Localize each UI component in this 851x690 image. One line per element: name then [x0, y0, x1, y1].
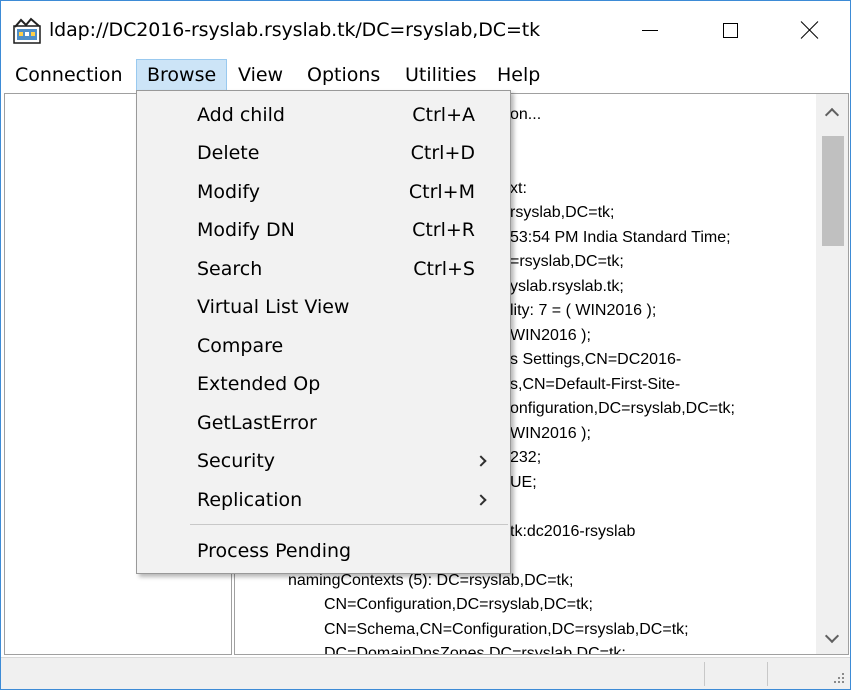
- menu-item-shortcut: Ctrl+S: [413, 258, 475, 280]
- output-line: UE;: [510, 474, 537, 491]
- menu-separator: [190, 524, 508, 525]
- maximize-button[interactable]: [690, 1, 770, 59]
- output-line: CN=Schema,CN=Configuration,DC=rsyslab,DC…: [324, 621, 689, 638]
- menu-item-label: Process Pending: [197, 540, 352, 562]
- scroll-down-button[interactable]: [816, 622, 848, 654]
- menu-options[interactable]: Options: [297, 59, 390, 91]
- menu-item-shortcut: Ctrl+A: [412, 104, 475, 126]
- resize-grip-icon[interactable]: [832, 671, 846, 685]
- menu-item-label: Modify DN: [197, 219, 295, 241]
- menu-item-label: Search: [197, 258, 263, 280]
- chevron-up-icon: [824, 107, 840, 122]
- menu-item-shortcut: Ctrl+D: [410, 142, 475, 164]
- menu-item-replication[interactable]: Replication: [138, 481, 509, 519]
- minimize-icon: [642, 29, 658, 31]
- menu-item-compare[interactable]: Compare: [138, 327, 509, 365]
- menu-item-label: Security: [197, 450, 276, 472]
- browse-dropdown-menu: Add child Ctrl+A Delete Ctrl+D Modify Ct…: [136, 90, 511, 574]
- menu-item-label: Add child: [197, 104, 285, 126]
- ldp-app-icon: [13, 17, 41, 44]
- menu-item-label: GetLastError: [197, 412, 317, 434]
- scroll-thumb[interactable]: [822, 136, 844, 246]
- output-line: s Settings,CN=DC2016-: [510, 351, 682, 368]
- vertical-scrollbar[interactable]: [816, 94, 848, 654]
- maximize-icon: [722, 22, 738, 38]
- menu-item-getlasterror[interactable]: GetLastError: [138, 404, 509, 442]
- menu-bar: Connection Browse View Options Utilities…: [1, 59, 850, 91]
- output-line: CN=Configuration,DC=rsyslab,DC=tk;: [324, 596, 593, 613]
- output-line: tk:dc2016-rsyslab: [510, 523, 636, 540]
- menu-item-label: Extended Op: [197, 373, 321, 395]
- menu-item-modify-dn[interactable]: Modify DN Ctrl+R: [138, 211, 509, 249]
- menu-item-process-pending[interactable]: Process Pending: [138, 532, 509, 570]
- output-line: lity: 7 = ( WIN2016 );: [510, 302, 657, 319]
- output-line: rsyslab,DC=tk;: [510, 204, 615, 221]
- output-line: xt:: [510, 180, 527, 197]
- menu-item-virtual-list-view[interactable]: Virtual List View: [138, 288, 509, 326]
- output-line: namingContexts (5): DC=rsyslab,DC=tk;: [288, 572, 574, 589]
- menu-browse[interactable]: Browse: [136, 59, 228, 91]
- menu-item-label: Virtual List View: [197, 296, 350, 318]
- status-divider: [704, 662, 705, 686]
- ldp-window: ldap://DC2016-rsyslab.rsyslab.tk/DC=rsys…: [0, 0, 851, 690]
- menu-item-add-child[interactable]: Add child Ctrl+A: [138, 96, 509, 134]
- scroll-up-button[interactable]: [816, 96, 848, 128]
- output-line: onfiguration,DC=rsyslab,DC=tk;: [510, 400, 735, 417]
- output-line: 53:54 PM India Standard Time;: [510, 229, 731, 246]
- menu-connection[interactable]: Connection: [5, 59, 133, 91]
- submenu-arrow-icon: [475, 455, 487, 467]
- menu-item-security[interactable]: Security: [138, 442, 509, 480]
- minimize-button[interactable]: [610, 1, 690, 59]
- menu-item-shortcut: Ctrl+R: [412, 219, 475, 241]
- output-line: WIN2016 );: [510, 425, 591, 442]
- close-icon: [801, 21, 819, 39]
- menu-item-label: Delete: [197, 142, 260, 164]
- output-line: DC=DomainDnsZones,DC=rsyslab,DC=tk;: [324, 645, 626, 654]
- menu-item-extended-op[interactable]: Extended Op: [138, 365, 509, 403]
- menu-item-label: Compare: [197, 335, 284, 357]
- output-line: WIN2016 );: [510, 327, 591, 344]
- output-line: on...: [510, 106, 542, 123]
- window-title: ldap://DC2016-rsyslab.rsyslab.tk/DC=rsys…: [49, 19, 541, 41]
- status-divider: [767, 662, 768, 686]
- output-line: s,CN=Default-First-Site-: [510, 376, 681, 393]
- output-line: 232;: [510, 449, 542, 466]
- output-line: yslab.rsyslab.tk;: [510, 278, 624, 295]
- title-bar[interactable]: ldap://DC2016-rsyslab.rsyslab.tk/DC=rsys…: [1, 1, 850, 59]
- close-button[interactable]: [770, 1, 850, 59]
- menu-item-shortcut: Ctrl+M: [408, 181, 475, 203]
- menu-item-label: Modify: [197, 181, 260, 203]
- status-bar: [1, 657, 850, 689]
- chevron-down-icon: [824, 628, 840, 643]
- submenu-arrow-icon: [475, 494, 487, 506]
- menu-item-search[interactable]: Search Ctrl+S: [138, 250, 509, 288]
- menu-item-delete[interactable]: Delete Ctrl+D: [138, 134, 509, 172]
- menu-item-label: Replication: [197, 489, 303, 511]
- menu-item-modify[interactable]: Modify Ctrl+M: [138, 173, 509, 211]
- output-line: =rsyslab,DC=tk;: [510, 253, 624, 270]
- menu-view[interactable]: View: [228, 59, 293, 91]
- menu-help[interactable]: Help: [487, 59, 550, 91]
- menu-utilities[interactable]: Utilities: [395, 59, 487, 91]
